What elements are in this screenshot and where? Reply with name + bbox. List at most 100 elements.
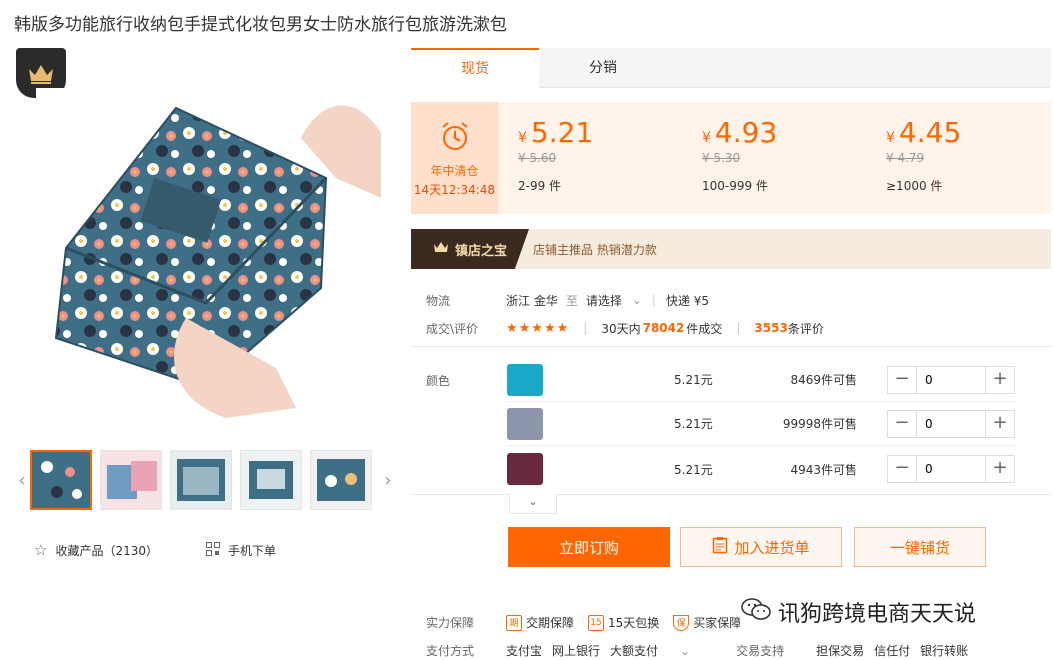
chevron-right-icon[interactable]: ›	[380, 470, 396, 491]
tab-in-stock[interactable]: 现货	[411, 48, 539, 88]
alarm-clock-icon	[438, 119, 472, 156]
chevron-left-icon[interactable]: ‹	[14, 470, 30, 491]
deals-row: 成交\评价 ★★★★★ | 30天内 78042 件成交 | 3553 条评价	[426, 320, 824, 336]
decrement-button[interactable]: −	[888, 456, 916, 482]
star-outline-icon: ☆	[34, 541, 48, 559]
guarantee-item: 15 15天包换	[588, 614, 659, 631]
expand-more-chevron-icon[interactable]: ⌄	[509, 494, 557, 514]
buy-now-button[interactable]: 立即订购	[508, 527, 670, 567]
logistics-to: 至	[565, 293, 578, 308]
promo-countdown: 14天12:34:48	[413, 182, 496, 197]
express-fee: 快递 ¥5	[665, 293, 710, 308]
trade-method: 银行转账	[920, 644, 969, 658]
shield-icon: 保	[673, 614, 690, 631]
shop-badge-label: 镇店之宝	[454, 243, 507, 259]
delivery-guarantee-icon: 期	[506, 614, 522, 631]
logistics-label: 物流	[426, 293, 451, 308]
divider	[411, 494, 1051, 495]
price-tier-1: ¥5.21 ¥ 5.60 2-99 件	[498, 102, 682, 214]
sku-price: 5.21元	[674, 462, 713, 477]
crown-icon	[433, 240, 449, 258]
product-title: 韩版多功能旅行收纳包手提式化妆包男女士防水旅行包旅游洗漱包	[14, 15, 507, 35]
tier-range: 2-99 件	[518, 179, 562, 193]
payment-row: 支付方式 支付宝 网上银行 大额支付 ⌄ 交易支持 担保交易 信任付 银行转账	[426, 642, 978, 659]
guarantee-text: 15天包换	[608, 616, 660, 630]
mobile-order-button[interactable]: 手机下单	[206, 541, 276, 559]
guarantee-label: 实力保障	[426, 616, 475, 630]
guarantee-row: 实力保障 期交期保障 15 15天包换 保买家保障	[426, 614, 755, 631]
tier-price: 4.45	[898, 116, 962, 149]
sku-color-swatch[interactable]	[507, 363, 543, 396]
sku-row: 5.21元 99998件可售 − +	[507, 402, 1017, 446]
thumbnail-strip: ‹ ›	[14, 449, 396, 511]
thumbnail-4[interactable]	[240, 450, 302, 510]
sku-stock: 4943件可售	[790, 462, 857, 477]
guarantee-item: 保买家保障	[673, 614, 741, 631]
tier-range: ≥1000 件	[886, 179, 943, 193]
sku-color-swatch[interactable]	[507, 453, 543, 485]
deals-suffix: 件成交	[686, 321, 723, 336]
price-tier-3: ¥4.45 ¥ 4.79 ≥1000 件	[866, 102, 1050, 214]
tier-old-price: ¥ 5.30	[702, 151, 741, 165]
currency-symbol: ¥	[702, 130, 711, 146]
decrement-button[interactable]: −	[888, 410, 916, 437]
chevron-down-icon[interactable]: ⌄	[680, 644, 690, 658]
destination-select-label: 请选择	[585, 293, 622, 308]
thumbnail-5[interactable]	[310, 450, 372, 510]
quantity-input[interactable]	[916, 366, 986, 393]
sku-stock: 99998件可售	[782, 417, 857, 431]
promo-block: 年中清仓 14天12:34:48	[411, 102, 498, 214]
payment-method: 网上银行	[552, 644, 601, 658]
add-to-cart-label: 加入进货单	[734, 538, 810, 557]
payment-method: 大额支付	[610, 644, 659, 658]
reviews-count[interactable]: 3553	[754, 321, 787, 335]
tier-old-price: ¥ 4.79	[886, 151, 925, 165]
promo-name: 年中清仓	[430, 163, 479, 178]
quantity-input[interactable]	[916, 410, 986, 437]
watermark: 讯狗跨境电商天天说	[740, 596, 977, 628]
logistics-origin: 浙江 金华	[506, 293, 558, 308]
sku-stock: 8469件可售	[790, 373, 857, 387]
price-tier-2: ¥4.93 ¥ 5.30 100-999 件	[682, 102, 866, 214]
price-panel: 年中清仓 14天12:34:48 ¥5.21 ¥ 5.60 2-99 件 ¥4.…	[411, 102, 1051, 214]
deals-count: 78042	[642, 321, 685, 335]
sku-price: 5.21元	[674, 373, 713, 387]
quantity-stepper: − +	[887, 455, 1015, 483]
tier-old-price: ¥ 5.60	[518, 151, 557, 165]
exchange-15-icon: 15	[588, 614, 605, 631]
shop-highlight-text: 店铺主推品 热销潜力款	[533, 242, 657, 257]
quantity-input[interactable]	[916, 456, 986, 482]
tier-price: 4.93	[714, 116, 778, 149]
shop-highlight-bar: 镇店之宝 店铺主推品 热销潜力款	[411, 229, 1051, 269]
sku-row: 5.21元 8469件可售 − +	[507, 358, 1017, 402]
deals-label: 成交\评价	[426, 321, 479, 336]
guarantee-text: 交期保障	[526, 616, 575, 630]
clipboard-icon	[712, 536, 728, 558]
increment-button[interactable]: +	[986, 456, 1014, 482]
add-to-cart-button[interactable]: 加入进货单	[680, 527, 842, 567]
currency-symbol: ¥	[886, 130, 895, 146]
guarantee-item: 期交期保障	[506, 614, 574, 631]
sku-color-swatch[interactable]	[507, 407, 543, 440]
increment-button[interactable]: +	[986, 410, 1014, 437]
sku-row: 5.21元 4943件可售 − +	[507, 447, 1017, 491]
decrement-button[interactable]: −	[888, 366, 916, 393]
trade-method: 信任付	[874, 644, 911, 658]
quantity-stepper: − +	[887, 409, 1015, 438]
thumbnail-1[interactable]	[30, 450, 92, 510]
tab-distribution[interactable]: 分销	[539, 48, 667, 88]
trade-method: 担保交易	[816, 644, 865, 658]
tier-range: 100-999 件	[702, 179, 768, 193]
colors-label: 颜色	[426, 374, 451, 388]
favorite-button[interactable]: ☆ 收藏产品（2130）	[34, 541, 158, 559]
increment-button[interactable]: +	[986, 366, 1014, 393]
destination-select[interactable]: 请选择 ⌄	[586, 292, 642, 309]
trade-support-label: 交易支持	[736, 644, 785, 658]
deals-prefix: 30天内	[601, 321, 641, 336]
wechat-icon	[740, 596, 772, 628]
thumbnail-3[interactable]	[170, 450, 232, 510]
one-click-distribute-button[interactable]: 一键铺货	[854, 527, 986, 567]
thumbnail-2[interactable]	[100, 450, 162, 510]
product-main-image[interactable]	[36, 88, 386, 428]
tier-price: 5.21	[530, 116, 594, 149]
